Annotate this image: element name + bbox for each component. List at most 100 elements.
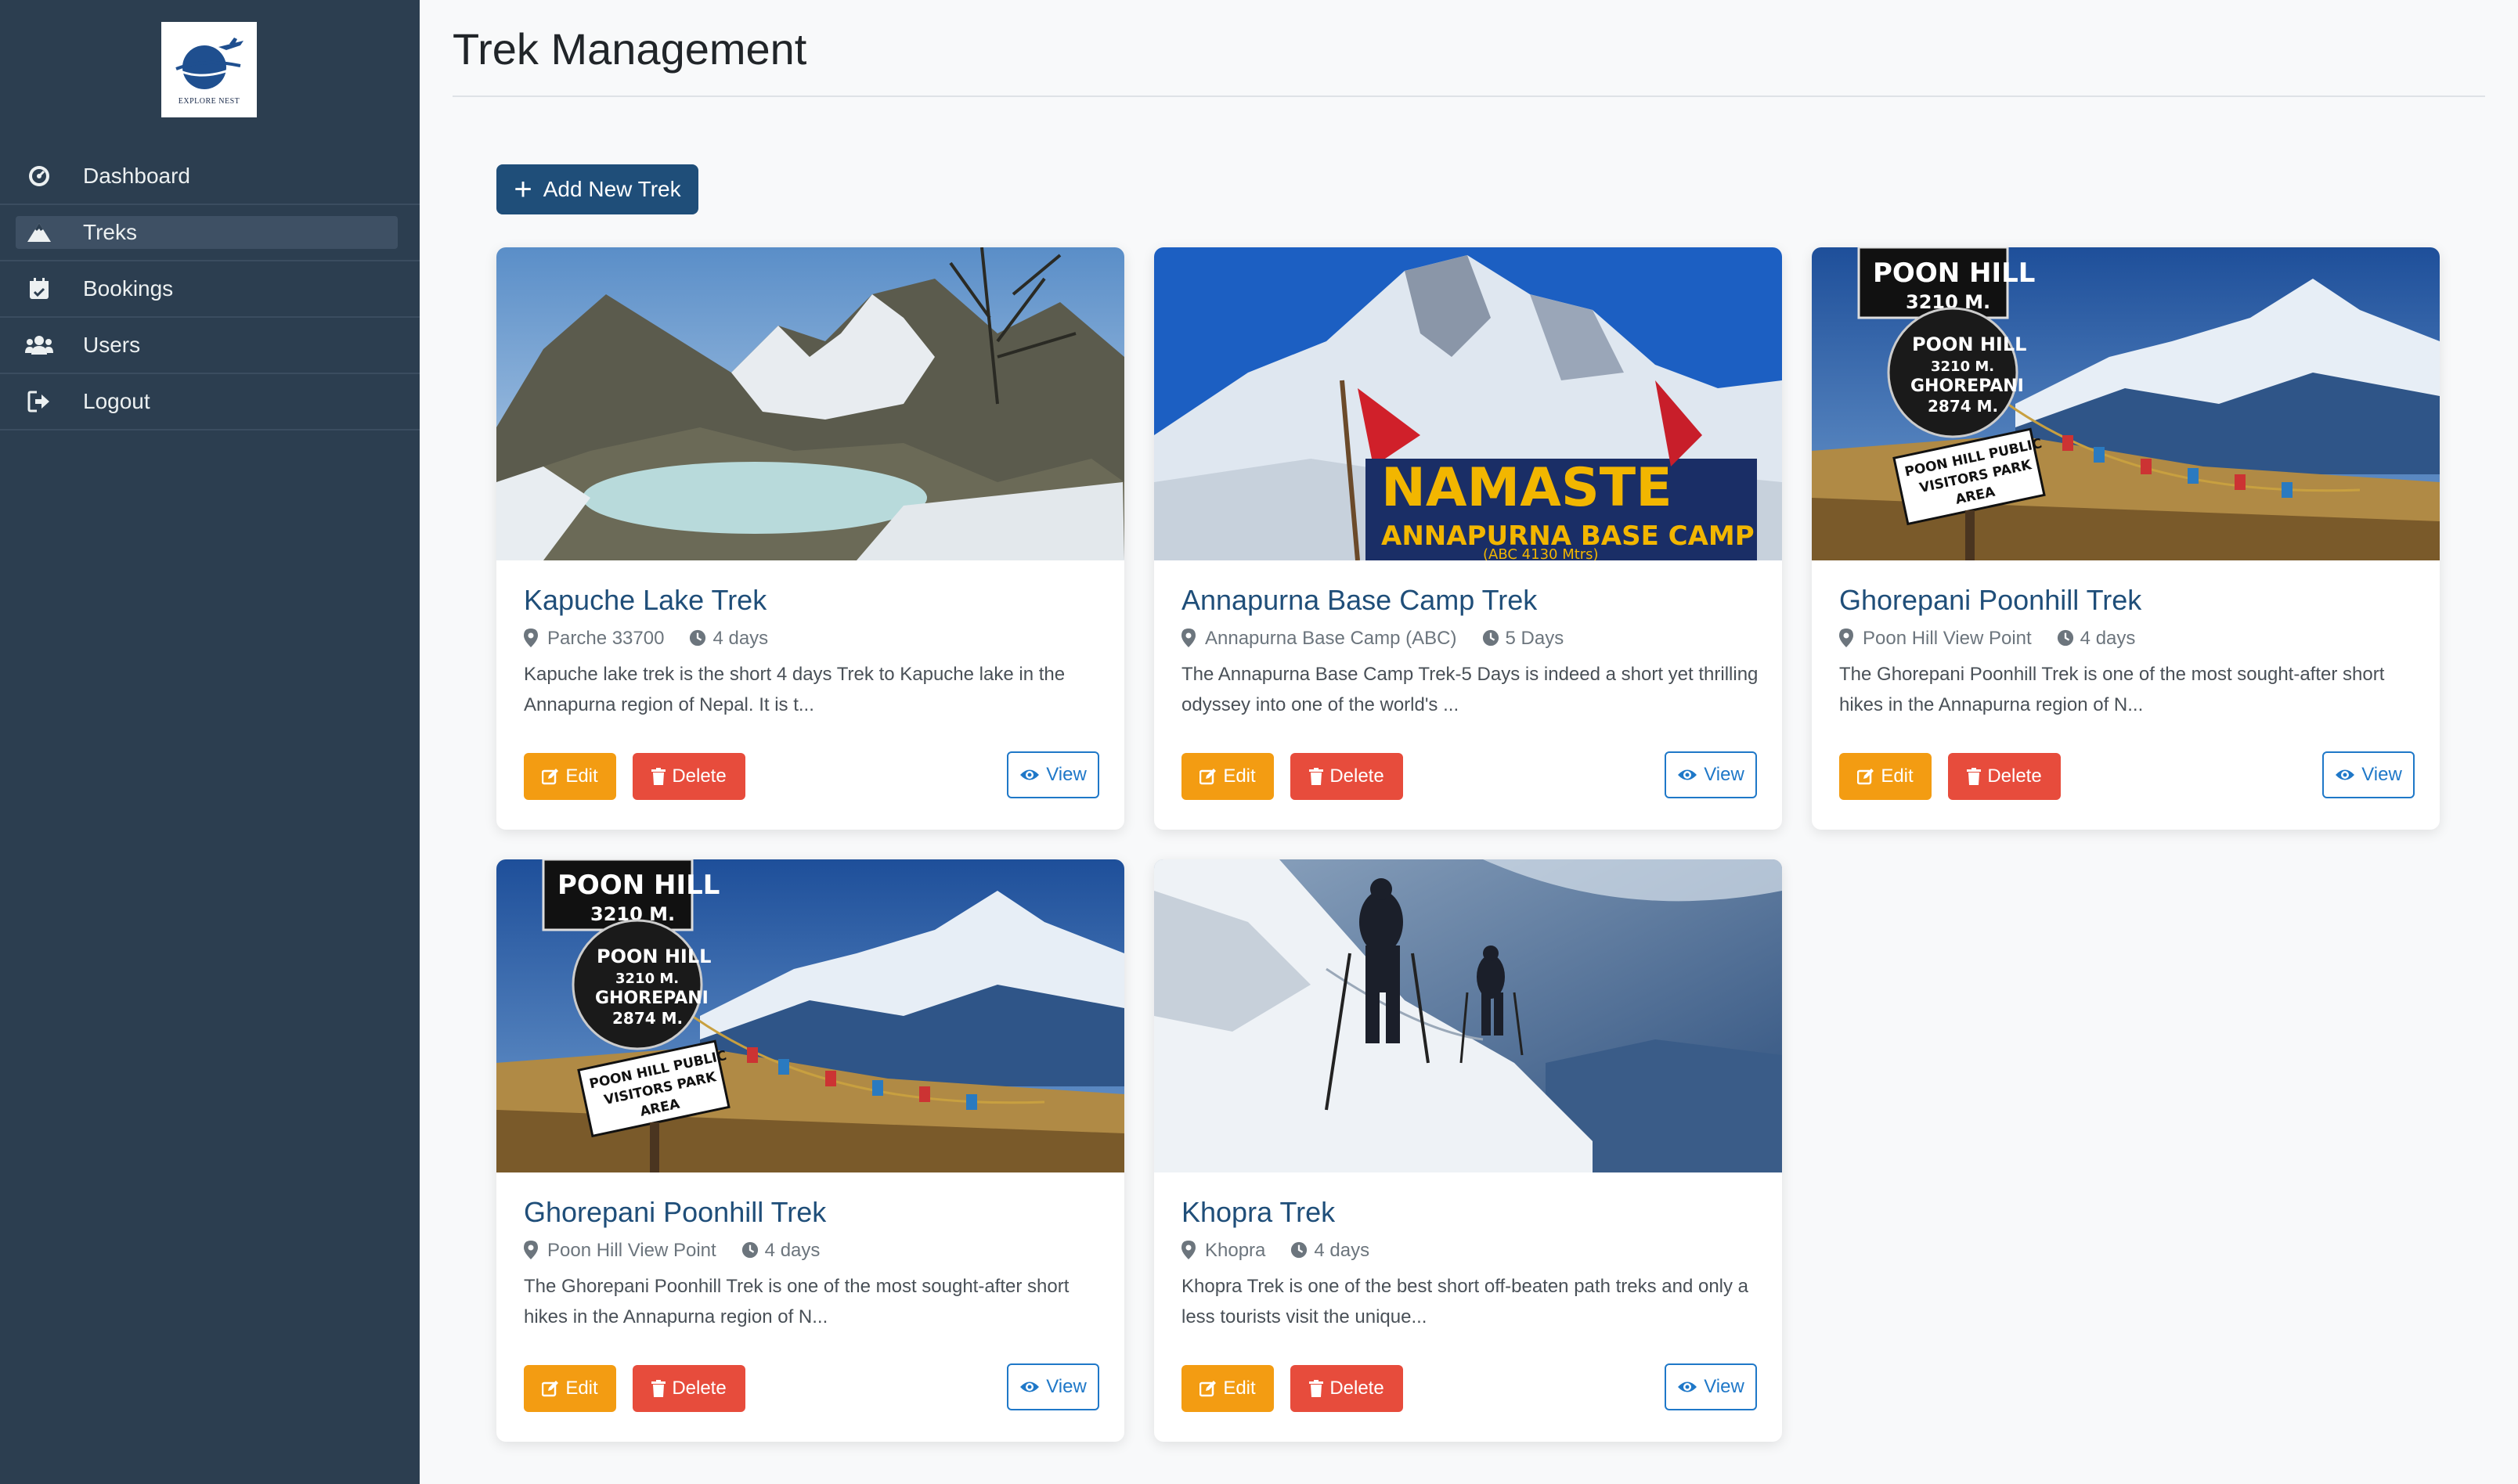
delete-button[interactable]: Delete [633,1365,745,1412]
gauge-icon [25,162,53,190]
sign-round-line2: 3210 M. [615,971,679,987]
trek-description: The Ghorepani Poonhill Trek is one of th… [1839,664,2385,715]
eye-icon [1677,1380,1697,1394]
globe-plane-icon [175,37,244,89]
trek-card: NAMASTE ANNAPURNA BASE CAMP (ABC 4130 Mt… [1154,247,1782,830]
trek-meta: Khopra 4 days [1181,1240,1369,1262]
users-icon [25,331,53,359]
clock-icon [741,1241,759,1261]
trek-location: Khopra [1205,1240,1266,1261]
trek-title[interactable]: Ghorepani Poonhill Trek [524,1196,826,1229]
divider [453,95,2485,97]
trek-image[interactable]: POON HILL 3210 M. POON HILL 3210 M. GHOR… [1812,247,2440,560]
view-button[interactable]: View [1007,751,1099,798]
sidebar-item-label: Users [83,333,141,357]
main-content: Trek Management + Add New Trek Kapuche L… [420,0,2518,1484]
delete-button[interactable]: Delete [1290,1365,1403,1412]
edit-icon [542,1380,559,1397]
logo-text: EXPLORE NEST [178,96,240,106]
trek-image[interactable]: POON HILL 3210 M. POON HILL 3210 M. GHOR… [496,859,1124,1172]
trek-image[interactable] [496,247,1124,560]
sign-round-line3: GHOREPANI [595,989,709,1008]
sidebar-item-users[interactable]: Users [0,318,420,374]
trek-title[interactable]: Ghorepani Poonhill Trek [1839,584,2141,617]
sidebar-item-treks[interactable]: Treks [0,205,420,261]
calendar-check-icon [25,275,53,303]
trek-description: Kapuche lake trek is the short 4 days Tr… [524,664,1066,715]
trash-icon [651,768,666,785]
view-label: View [1704,1376,1744,1397]
mountain-icon [25,218,53,247]
edit-button[interactable]: Edit [1181,753,1274,800]
delete-button[interactable]: Delete [1948,753,2061,800]
eye-icon [1019,1380,1040,1394]
trek-duration: 4 days [764,1240,821,1261]
delete-button[interactable]: Delete [633,753,745,800]
map-marker-icon [1181,1241,1199,1261]
trek-image[interactable]: NAMASTE ANNAPURNA BASE CAMP (ABC 4130 Mt… [1154,247,1782,560]
sidebar-item-bookings[interactable]: Bookings [0,261,420,318]
clock-icon [689,629,706,649]
edit-icon [1199,1380,1217,1397]
sign-top-text: POON HILL [1873,258,2035,289]
clock-icon [1482,629,1499,649]
sidebar-item-label: Bookings [83,276,174,301]
trash-icon [651,1380,666,1397]
trek-description: Khopra Trek is one of the best short off… [1181,1276,1749,1327]
logo[interactable]: EXPLORE NEST [161,22,257,117]
sign-top-text: POON HILL [557,870,720,901]
trek-card: POON HILL 3210 M. POON HILL 3210 M. GHOR… [496,859,1124,1442]
trek-description: The Ghorepani Poonhill Trek is one of th… [524,1276,1070,1327]
sidebar-item-label: Logout [83,389,150,413]
sign-small-text: (ABC 4130 Mtrs) [1483,546,1599,560]
sign-round-line3: GHOREPANI [1910,376,2024,396]
trek-title[interactable]: Khopra Trek [1181,1196,1335,1229]
sign-round-line2: 3210 M. [1931,358,1994,375]
trek-title[interactable]: Annapurna Base Camp Trek [1181,584,1537,617]
view-button[interactable]: View [1007,1363,1099,1410]
edit-label: Edit [1223,1378,1256,1399]
sidebar-item-dashboard[interactable]: Dashboard [0,149,420,205]
edit-icon [542,768,559,785]
map-marker-icon [524,629,541,649]
delete-button[interactable]: Delete [1290,753,1403,800]
sign-round-line4: 2874 M. [612,1009,683,1028]
edit-label: Edit [1223,765,1256,787]
edit-label: Edit [1881,765,1914,787]
delete-label: Delete [1987,765,2042,787]
trek-location: Parche 33700 [547,628,665,649]
sidebar-item-logout[interactable]: Logout [0,374,420,430]
trek-location: Annapurna Base Camp (ABC) [1205,628,1457,649]
view-button[interactable]: View [1665,751,1757,798]
delete-label: Delete [1329,1378,1384,1399]
trash-icon [1967,768,1982,785]
trek-duration: 5 Days [1505,628,1564,649]
edit-button[interactable]: Edit [524,753,616,800]
trek-image[interactable] [1154,859,1782,1172]
edit-label: Edit [565,1378,598,1399]
clock-icon [1290,1241,1308,1261]
trek-meta: Parche 33700 4 days [524,628,768,650]
clock-icon [2057,629,2074,649]
map-marker-icon [1839,629,1856,649]
view-button[interactable]: View [1665,1363,1757,1410]
sidebar-nav: Dashboard Treks Bookings Users Logout [0,149,420,430]
edit-button[interactable]: Edit [524,1365,616,1412]
delete-label: Delete [672,1378,727,1399]
eye-icon [1677,768,1697,782]
map-marker-icon [1181,629,1199,649]
trek-card: POON HILL 3210 M. POON HILL 3210 M. GHOR… [1812,247,2440,830]
view-button[interactable]: View [2322,751,2415,798]
trek-duration: 4 days [2080,628,2136,649]
sign-round-line4: 2874 M. [1928,397,1998,416]
sidebar-item-label: Treks [83,220,137,244]
sign-round-line1: POON HILL [1912,333,2026,355]
edit-button[interactable]: Edit [1181,1365,1274,1412]
trash-icon [1309,1380,1324,1397]
edit-icon [1199,768,1217,785]
trek-meta: Poon Hill View Point 4 days [524,1240,820,1262]
trek-title[interactable]: Kapuche Lake Trek [524,584,767,617]
add-new-trek-label: Add New Trek [543,177,681,201]
edit-button[interactable]: Edit [1839,753,1932,800]
add-new-trek-button[interactable]: + Add New Trek [496,164,698,214]
